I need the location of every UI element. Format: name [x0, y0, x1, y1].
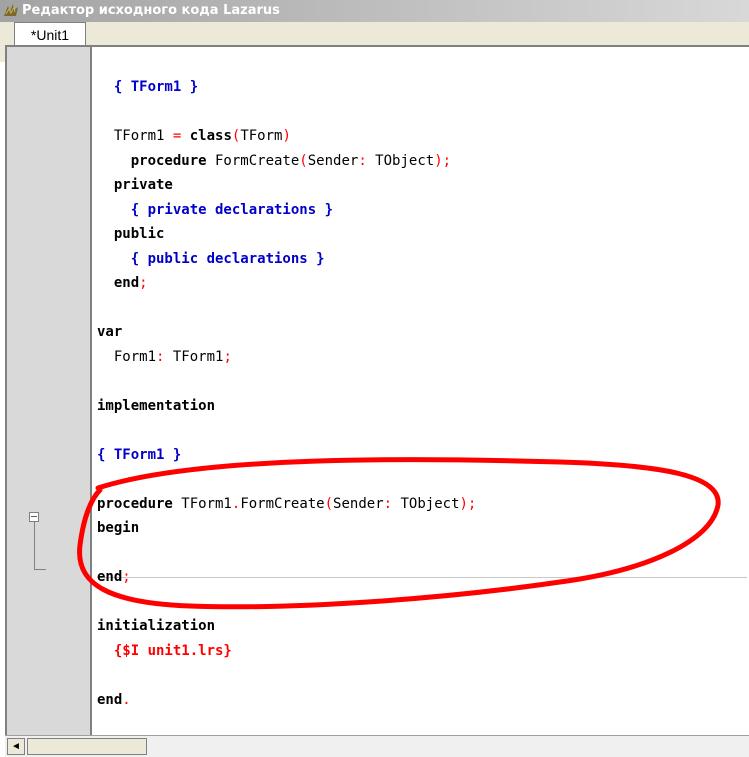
- source-editor[interactable]: { TForm1 } TForm1 = class(TForm) procedu…: [5, 45, 749, 735]
- code-token: { TForm1 }: [113, 79, 199, 95]
- code-token: );: [434, 152, 452, 169]
- code-token: TObject: [392, 495, 460, 512]
- code-token: FormCreate: [240, 495, 325, 512]
- code-line[interactable]: private: [97, 175, 173, 195]
- scroll-left-arrow-icon[interactable]: ◄: [7, 738, 25, 755]
- code-token: TForm: [240, 128, 283, 144]
- code-token: ;: [223, 348, 232, 365]
- code-line[interactable]: var: [97, 322, 122, 342]
- code-token: { TForm1 }: [97, 446, 182, 463]
- window-title: Редактор исходного кода Lazarus: [22, 3, 280, 18]
- code-line[interactable]: { TForm1 }: [97, 445, 181, 465]
- code-line[interactable]: implementation: [97, 396, 215, 416]
- code-token: var: [97, 324, 123, 340]
- lazarus-icon: [2, 2, 20, 20]
- code-token: Sender: [333, 495, 384, 512]
- code-line[interactable]: initialization: [97, 616, 215, 636]
- code-line[interactable]: { public declarations }: [97, 249, 325, 269]
- code-line[interactable]: begin: [97, 518, 139, 538]
- code-line[interactable]: procedure TForm1.FormCreate(Sender: TObj…: [97, 494, 476, 514]
- fold-guide-end: [34, 569, 46, 570]
- code-token: :: [358, 152, 367, 169]
- code-token: TObject: [366, 152, 435, 169]
- code-line[interactable]: end;: [97, 567, 131, 587]
- code-token: (: [299, 152, 308, 169]
- code-line[interactable]: { private declarations }: [97, 200, 333, 220]
- code-token: end: [113, 275, 140, 291]
- code-token: TForm1: [172, 495, 232, 512]
- code-token: TForm1: [164, 348, 224, 365]
- code-token: public: [113, 226, 165, 242]
- code-area[interactable]: { TForm1 } TForm1 = class(TForm) procedu…: [97, 47, 747, 735]
- code-token: procedure: [97, 495, 173, 512]
- editor-gutter: [7, 47, 92, 735]
- code-line[interactable]: {$I unit1.lrs}: [97, 641, 232, 661]
- code-token: implementation: [97, 397, 216, 414]
- code-token: Form1: [97, 348, 157, 365]
- code-token: { public declarations }: [130, 250, 325, 267]
- fold-guide-line: [34, 522, 35, 569]
- code-line[interactable]: procedure FormCreate(Sender: TObject);: [97, 151, 451, 171]
- code-line[interactable]: Form1: TForm1;: [97, 347, 232, 367]
- code-token: {$I unit1.lrs}: [113, 642, 232, 659]
- code-token: { private declarations }: [130, 201, 334, 218]
- horizontal-scrollbar[interactable]: ◄: [5, 735, 749, 757]
- window-title-bar[interactable]: Редактор исходного кода Lazarus: [0, 0, 749, 22]
- code-token: begin: [97, 520, 140, 536]
- code-line[interactable]: public: [97, 224, 165, 244]
- code-token: ;: [139, 275, 148, 291]
- code-token: ): [282, 128, 291, 144]
- fold-collapse-icon[interactable]: [29, 512, 39, 522]
- code-token: TForm1: [97, 128, 173, 144]
- code-line[interactable]: end.: [97, 690, 131, 710]
- code-line[interactable]: { TForm1 }: [97, 77, 198, 97]
- code-token: end: [97, 569, 123, 585]
- scroll-thumb[interactable]: [27, 738, 147, 755]
- code-token: procedure: [130, 152, 207, 169]
- code-token: ;: [122, 569, 131, 585]
- code-token: FormCreate: [206, 152, 300, 169]
- code-token: .: [122, 691, 131, 708]
- code-token: initialization: [97, 618, 216, 634]
- code-token: :: [383, 495, 393, 512]
- code-token: private: [113, 177, 173, 193]
- code-token: );: [459, 495, 477, 512]
- code-token: (: [324, 495, 334, 512]
- code-token: class: [189, 128, 232, 144]
- code-line[interactable]: TForm1 = class(TForm): [97, 126, 291, 146]
- code-line[interactable]: end;: [97, 273, 148, 293]
- code-token: end: [97, 691, 123, 708]
- code-token: Sender: [307, 152, 359, 169]
